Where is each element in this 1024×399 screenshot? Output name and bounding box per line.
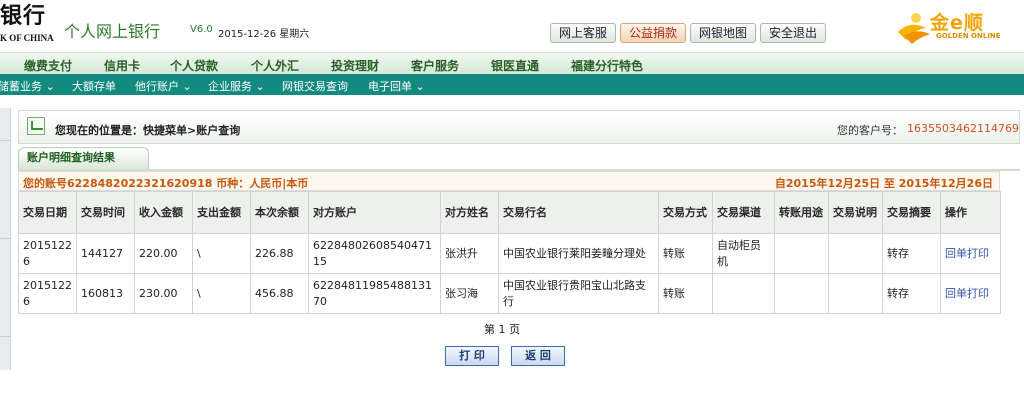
sidebar-divider <box>0 238 11 239</box>
account-number-currency: 您的账号6228482022321620918 币种：人民币|本币 <box>23 177 309 190</box>
print-receipt-link[interactable]: 回单打印 <box>940 233 1001 274</box>
cell-counterparty-name: 张洪升 <box>440 233 499 274</box>
sidebar-divider <box>0 140 11 141</box>
logout-button[interactable]: 安全退出 <box>760 23 827 43</box>
back-button[interactable]: 返 回 <box>511 346 565 366</box>
customer-number: 1635503462114769 <box>907 122 1019 135</box>
col-header-description: 交易说明 <box>828 191 883 234</box>
tab-account-detail-results[interactable]: 账户明细查询结果 <box>18 147 149 169</box>
cell-income: 220.00 <box>134 233 193 274</box>
cell-method: 转账 <box>658 233 713 274</box>
query-date-range: 自2015年12月25日 至 2015年12月26日 <box>774 177 993 190</box>
bank-english-name: K OF CHINA <box>0 33 54 43</box>
account-info-bar: 您的账号6228482022321620918 币种：人民币|本币 自2015年… <box>18 171 1000 191</box>
cell-description <box>828 273 883 314</box>
cell-summary: 转存 <box>882 233 941 274</box>
cell-channel: 自动柜员机 <box>712 233 775 274</box>
cell-summary: 转存 <box>882 273 941 314</box>
col-header-action: 操作 <box>940 191 1001 234</box>
nav-item-investment[interactable]: 投资理财 <box>331 57 379 74</box>
col-header-income: 收入金额 <box>134 191 193 234</box>
location-icon <box>27 117 45 135</box>
nav-item-personal-loan[interactable]: 个人贷款 <box>170 57 218 74</box>
bank-logo-text: 银行 <box>0 3 47 29</box>
table-row: 20151226 160813 230.00 \ 456.88 62284811… <box>18 273 1001 314</box>
online-service-button[interactable]: 网上客服 <box>550 23 617 43</box>
nav-item-fujian-branch[interactable]: 福建分行特色 <box>571 57 643 74</box>
customer-number-label: 您的客户号： <box>837 124 903 137</box>
cell-description <box>828 233 883 274</box>
cell-balance: 456.88 <box>250 273 309 314</box>
sidebar-divider <box>0 336 11 337</box>
col-header-counterparty-name: 对方姓名 <box>440 191 499 234</box>
nav-item-customer-service[interactable]: 客户服务 <box>411 57 459 74</box>
cell-method: 转账 <box>658 273 713 314</box>
col-header-bank-name: 交易行名 <box>498 191 659 234</box>
col-header-date: 交易日期 <box>18 191 77 234</box>
cell-expense: \ <box>192 273 251 314</box>
col-header-channel: 交易渠道 <box>712 191 775 234</box>
secondary-nav: 储蓄业务 ⌄ 大额存单 他行账户 ⌄ 企业服务 ⌄ 网银交易查询 电子回单 ⌄ <box>0 74 1024 95</box>
cell-expense: \ <box>192 233 251 274</box>
breadcrumb: 您现在的位置是：快捷菜单>账户查询 <box>55 124 241 137</box>
subnav-item-large-deposit[interactable]: 大额存单 <box>72 78 116 94</box>
primary-nav: 缴费支付 信用卡 个人贷款 个人外汇 投资理财 客户服务 银医直通 福建分行特色 <box>0 52 1024 74</box>
col-header-balance: 本次余额 <box>250 191 309 234</box>
product-title: 个人网上银行 <box>64 22 161 41</box>
nav-item-forex[interactable]: 个人外汇 <box>251 57 299 74</box>
cell-date: 20151226 <box>18 233 77 274</box>
golden-online-subtitle: GOLDEN ONLINE <box>936 32 1001 40</box>
print-receipt-link[interactable]: 回单打印 <box>940 273 1001 314</box>
col-header-expense: 支出金额 <box>192 191 251 234</box>
header: 银行 K OF CHINA 个人网上银行 V6.0 2015-12-26 星期六… <box>0 0 1024 52</box>
cell-purpose <box>774 273 829 314</box>
cell-channel <box>712 273 775 314</box>
subnav-item-transaction-query[interactable]: 网银交易查询 <box>282 78 348 94</box>
donation-button[interactable]: 公益捐款 <box>620 23 687 43</box>
version-label: V6.0 <box>190 24 213 35</box>
col-header-time: 交易时间 <box>76 191 135 234</box>
bank-map-button[interactable]: 网银地图 <box>690 23 757 43</box>
nav-item-credit-card[interactable]: 信用卡 <box>104 57 140 74</box>
subnav-item-e-receipt[interactable]: 电子回单 ⌄ <box>368 78 425 94</box>
cell-income: 230.00 <box>134 273 193 314</box>
cell-time: 144127 <box>76 233 135 274</box>
pagination-info: 第 1 页 <box>484 323 520 336</box>
nav-item-payment[interactable]: 缴费支付 <box>24 57 72 74</box>
cell-bank-name: 中国农业银行贵阳宝山北路支行 <box>498 273 659 314</box>
subnav-item-savings[interactable]: 储蓄业务 ⌄ <box>0 78 55 94</box>
col-header-counterparty-account: 对方账户 <box>308 191 441 234</box>
header-buttons: 网上客服 公益捐款 网银地图 安全退出 <box>550 23 827 43</box>
table-header-row: 交易日期 交易时间 收入金额 支出金额 本次余额 对方账户 对方姓名 交易行名 … <box>18 191 1001 234</box>
table-row: 20151226 144127 220.00 \ 226.88 62284802… <box>18 233 1001 274</box>
cell-time: 160813 <box>76 273 135 314</box>
col-header-summary: 交易摘要 <box>882 191 941 234</box>
breadcrumb-bar: 您现在的位置是：快捷菜单>账户查询 您的客户号： 163550346211476… <box>18 110 1020 144</box>
print-button[interactable]: 打 印 <box>445 346 499 366</box>
cell-date: 20151226 <box>18 273 77 314</box>
current-date: 2015-12-26 星期六 <box>218 29 310 40</box>
cell-counterparty-account: 6228480260854047115 <box>308 233 441 274</box>
cell-purpose <box>774 233 829 274</box>
sidebar-collapsed[interactable] <box>0 108 11 370</box>
transactions-table: 交易日期 交易时间 收入金额 支出金额 本次余额 对方账户 对方姓名 交易行名 … <box>18 191 1001 314</box>
cell-bank-name: 中国农业银行莱阳姜疃分理处 <box>498 233 659 274</box>
cell-balance: 226.88 <box>250 233 309 274</box>
col-header-purpose: 转账用途 <box>774 191 829 234</box>
subnav-item-other-bank[interactable]: 他行账户 ⌄ <box>135 78 192 94</box>
cell-counterparty-name: 张习海 <box>440 273 499 314</box>
nav-item-medical[interactable]: 银医直通 <box>491 57 539 74</box>
col-header-method: 交易方式 <box>658 191 713 234</box>
golden-online-title: 金e顺 <box>930 12 984 34</box>
cell-counterparty-account: 6228481198548813170 <box>308 273 441 314</box>
subnav-item-enterprise[interactable]: 企业服务 ⌄ <box>208 78 265 94</box>
